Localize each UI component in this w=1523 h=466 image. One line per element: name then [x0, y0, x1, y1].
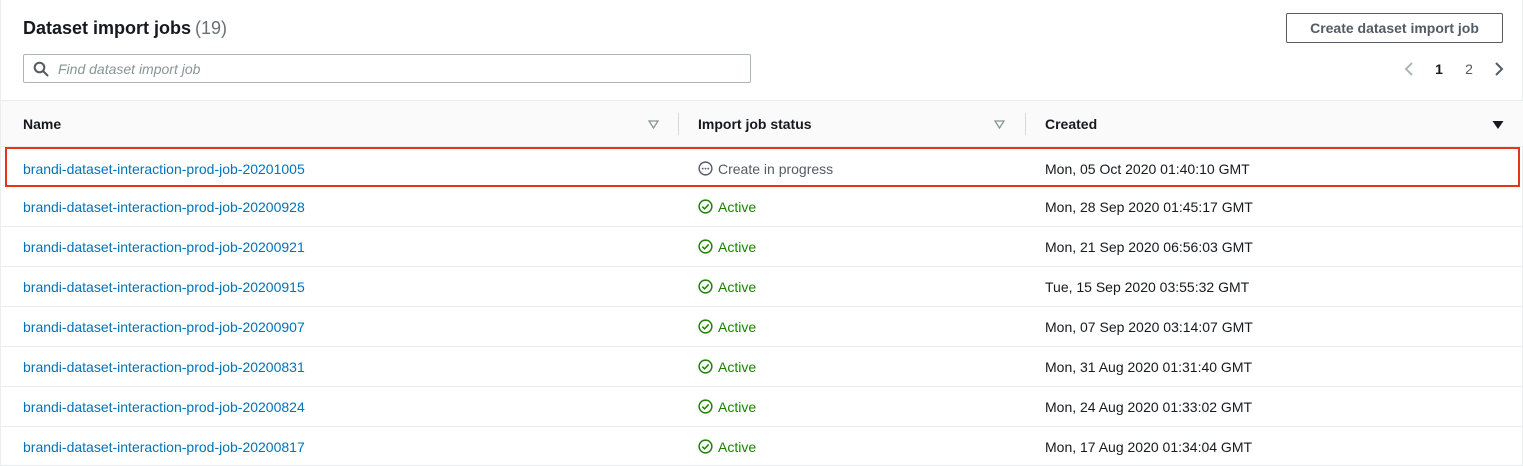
- created-date: Mon, 24 Aug 2020 01:33:02 GMT: [1045, 398, 1253, 415]
- status-cell: Active: [698, 187, 756, 226]
- status-cell: Create in progress: [698, 149, 833, 188]
- table-row[interactable]: brandi-dataset-interaction-prod-job-2020…: [1, 387, 1523, 427]
- page-title-text: Dataset import jobs: [23, 18, 192, 38]
- sort-descending-icon[interactable]: [1492, 117, 1504, 135]
- jobs-table: Name Import job status Created brandi-da…: [1, 100, 1523, 466]
- status-cell: Active: [698, 227, 756, 266]
- job-name-link[interactable]: brandi-dataset-interaction-prod-job-2020…: [23, 267, 305, 306]
- column-header-name[interactable]: Name: [23, 101, 61, 147]
- table-row[interactable]: brandi-dataset-interaction-prod-job-2020…: [1, 347, 1523, 387]
- ellipsis-circle-icon: [698, 161, 713, 176]
- sort-triangle-icon[interactable]: [647, 117, 660, 135]
- created-date: Mon, 17 Aug 2020 01:34:04 GMT: [1045, 438, 1253, 455]
- created-date: Mon, 21 Sep 2020 06:56:03 GMT: [1045, 238, 1253, 255]
- page-title: Dataset import jobs (19): [23, 18, 227, 39]
- table-row[interactable]: brandi-dataset-interaction-prod-job-2020…: [1, 187, 1523, 227]
- status-text: Active: [718, 438, 757, 455]
- created-date: Mon, 07 Sep 2020 03:14:07 GMT: [1045, 318, 1253, 335]
- table-row[interactable]: brandi-dataset-interaction-prod-job-2020…: [5, 147, 1520, 187]
- status-cell: Active: [698, 427, 756, 466]
- status-text: Active: [718, 318, 757, 335]
- page-1-button[interactable]: 1: [1427, 57, 1451, 81]
- job-name-link[interactable]: brandi-dataset-interaction-prod-job-2020…: [23, 227, 305, 266]
- status-text: Create in progress: [718, 160, 834, 177]
- job-count: (19): [195, 18, 228, 38]
- job-name-link[interactable]: brandi-dataset-interaction-prod-job-2020…: [23, 387, 305, 426]
- job-name-link[interactable]: brandi-dataset-interaction-prod-job-2020…: [23, 347, 305, 386]
- dataset-import-jobs-panel: Dataset import jobs (19) Create dataset i…: [0, 0, 1523, 466]
- check-circle-icon: [698, 239, 713, 254]
- table-row[interactable]: brandi-dataset-interaction-prod-job-2020…: [1, 267, 1523, 307]
- column-divider[interactable]: [1025, 113, 1026, 135]
- panel-header: Dataset import jobs (19) Create dataset i…: [1, 0, 1523, 100]
- status-text: Active: [718, 278, 757, 295]
- status-cell: Active: [698, 347, 756, 386]
- status-text: Active: [718, 238, 757, 255]
- check-circle-icon: [698, 279, 713, 294]
- job-name-link[interactable]: brandi-dataset-interaction-prod-job-2020…: [23, 427, 305, 466]
- created-date: Mon, 31 Aug 2020 01:31:40 GMT: [1045, 358, 1253, 375]
- search-input[interactable]: [58, 56, 750, 81]
- status-text: Active: [718, 198, 757, 215]
- status-cell: Active: [698, 307, 756, 346]
- table-row[interactable]: brandi-dataset-interaction-prod-job-2020…: [1, 427, 1523, 466]
- table-row[interactable]: brandi-dataset-interaction-prod-job-2020…: [1, 307, 1523, 347]
- sort-triangle-icon[interactable]: [993, 117, 1006, 135]
- status-text: Active: [718, 358, 757, 375]
- page-2-button[interactable]: 2: [1457, 57, 1481, 81]
- pagination: 1 2: [1397, 57, 1517, 81]
- chevron-right-icon[interactable]: [1487, 57, 1511, 81]
- status-cell: Active: [698, 387, 756, 426]
- search-box: [23, 54, 751, 83]
- check-circle-icon: [698, 199, 713, 214]
- column-header-status[interactable]: Import job status: [698, 101, 812, 147]
- job-name-link[interactable]: brandi-dataset-interaction-prod-job-2020…: [23, 187, 305, 226]
- table-header: Name Import job status Created: [1, 100, 1523, 147]
- check-circle-icon: [698, 319, 713, 334]
- search-icon: [24, 55, 58, 82]
- chevron-left-icon[interactable]: [1397, 57, 1421, 81]
- column-divider[interactable]: [678, 113, 679, 135]
- created-date: Mon, 05 Oct 2020 01:40:10 GMT: [1045, 160, 1250, 177]
- check-circle-icon: [698, 359, 713, 374]
- column-header-created[interactable]: Created: [1045, 101, 1097, 147]
- created-date: Tue, 15 Sep 2020 03:55:32 GMT: [1045, 278, 1250, 295]
- job-name-link[interactable]: brandi-dataset-interaction-prod-job-2020…: [23, 307, 305, 346]
- job-name-link[interactable]: brandi-dataset-interaction-prod-job-2020…: [23, 149, 305, 188]
- check-circle-icon: [698, 399, 713, 414]
- status-cell: Active: [698, 267, 756, 306]
- status-text: Active: [718, 398, 757, 415]
- check-circle-icon: [698, 439, 713, 454]
- create-dataset-import-job-button[interactable]: Create dataset import job: [1286, 13, 1503, 43]
- table-row[interactable]: brandi-dataset-interaction-prod-job-2020…: [1, 227, 1523, 267]
- created-date: Mon, 28 Sep 2020 01:45:17 GMT: [1045, 198, 1253, 215]
